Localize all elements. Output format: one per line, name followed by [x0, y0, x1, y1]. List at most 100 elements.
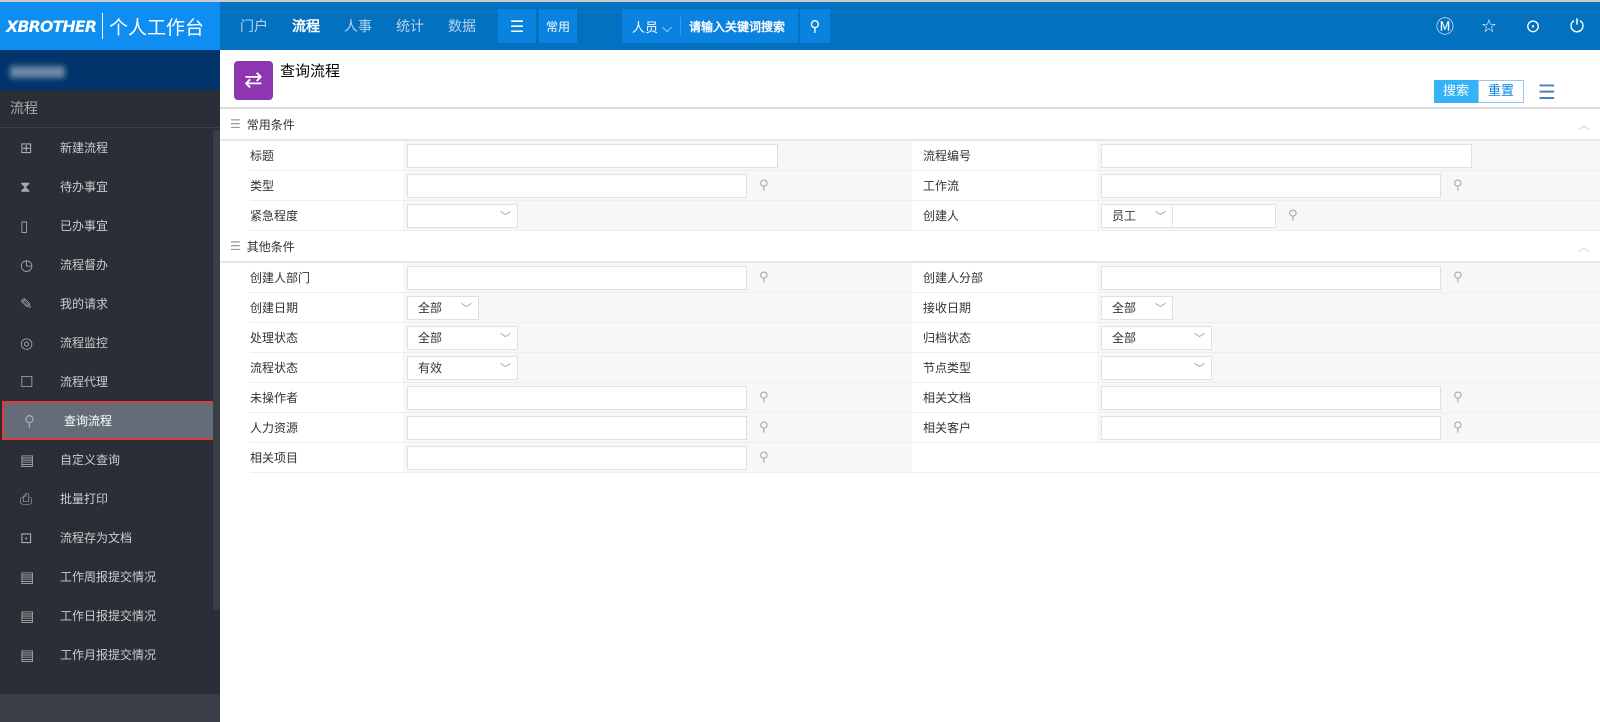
creator-input[interactable] [1173, 203, 1276, 228]
nav-tab[interactable]: 门户 [240, 16, 268, 36]
sidebar-footer [0, 694, 220, 722]
text-input[interactable] [407, 415, 747, 440]
creator-type-select[interactable]: 员工 ﹀ [1101, 203, 1173, 228]
label-cell: 节点类型 [912, 353, 1097, 382]
search-icon[interactable]: ⚲ [759, 450, 769, 465]
sidebar-item-label: 待办事宜 [60, 180, 109, 194]
field-cell [1097, 141, 1600, 170]
search-icon[interactable]: ⚲ [1453, 390, 1463, 405]
sidebar-item[interactable]: ⚲ 查询流程 [2, 401, 216, 440]
select-dropdown[interactable]: 全部 ﹀ [407, 325, 518, 350]
sidebar-scrollbar[interactable] [213, 130, 220, 610]
search-icon[interactable]: ⚲ [798, 9, 830, 43]
text-input[interactable] [1101, 415, 1441, 440]
chevron-up-icon[interactable]: ︿ [1578, 238, 1590, 255]
field-cell: ⚲ [1097, 263, 1600, 292]
menu-icon: ☰ [230, 239, 241, 253]
form-row: 未操作者 ⚲ 相关文档 ⚲ [250, 383, 1600, 413]
search-button[interactable]: 搜索 [1434, 80, 1478, 103]
select-value: 全部 [1112, 331, 1137, 345]
label-cell: 相关文档 [912, 383, 1097, 412]
search-icon[interactable]: ⚲ [1453, 178, 1463, 193]
field-cell: ⚲ [403, 383, 912, 412]
sidebar-item[interactable]: ▯ 已办事宜 [0, 206, 213, 245]
select-dropdown[interactable]: 有效 ﹀ [407, 355, 518, 380]
field-label: 流程状态 [250, 361, 299, 375]
search-icon[interactable]: ⚲ [759, 178, 769, 193]
hamburger-icon[interactable]: ☰ [498, 9, 536, 43]
field-cell: 全部 ﹀ [403, 293, 912, 322]
search-icon[interactable]: ⚲ [759, 420, 769, 435]
select-dropdown[interactable]: ﹀ [407, 203, 518, 228]
common-button[interactable]: 常用 [539, 9, 577, 43]
text-input[interactable] [407, 385, 747, 410]
star-icon[interactable]: ☆ [1478, 16, 1500, 37]
user-area[interactable] [0, 50, 220, 90]
chevron-down-icon: ﹀ [500, 209, 511, 223]
nav-tab[interactable]: 流程 [292, 16, 320, 36]
more-icon[interactable]: ⊙ [1522, 16, 1544, 37]
text-input[interactable] [1101, 265, 1441, 290]
sidebar-item[interactable]: ▤ 工作日报提交情况 [0, 596, 213, 635]
label-cell: 创建人分部 [912, 263, 1097, 292]
power-icon[interactable]: ⏻ [1566, 16, 1588, 37]
text-input[interactable] [1101, 385, 1441, 410]
sidebar-item[interactable]: ◷ 流程督办 [0, 245, 213, 284]
field-label: 未操作者 [250, 391, 299, 405]
label-cell: 流程编号 [912, 141, 1097, 170]
sidebar-item[interactable]: ◎ 流程监控 [0, 323, 213, 362]
list-icon[interactable]: ☰ [1538, 80, 1556, 104]
text-input[interactable] [407, 265, 747, 290]
chevron-up-icon[interactable]: ︿ [1578, 116, 1590, 133]
sidebar-item-label: 查询流程 [64, 414, 113, 428]
search-scope-label: 人员 [632, 20, 659, 36]
sidebar-menu: ⊞ 新建流程 ⧗ 待办事宜 ▯ 已办事宜 ◷ 流程督办 ✎ 我的请求 ◎ 流程监控 ☐ 流程代理 ⚲ 查询流程… [0, 128, 220, 674]
report-icon: ▤ [20, 645, 35, 664]
search-input[interactable]: 请输入关键词搜索 [689, 18, 785, 35]
sidebar-item[interactable]: ⊞ 新建流程 [0, 128, 213, 167]
sidebar-item[interactable]: ✎ 我的请求 [0, 284, 213, 323]
sidebar-item[interactable]: ⎙ 批量打印 [0, 479, 213, 518]
sidebar-item[interactable]: ⧗ 待办事宜 [0, 167, 213, 206]
m-circle-icon[interactable]: Ⓜ [1434, 13, 1456, 39]
select-dropdown[interactable]: 全部 ﹀ [1101, 325, 1212, 350]
section-header[interactable]: ☰ 其他条件 ︿ [220, 231, 1600, 263]
text-input[interactable] [407, 173, 747, 198]
field-label: 工作流 [923, 179, 960, 193]
search-icon[interactable]: ⚲ [1288, 208, 1298, 223]
search-icon[interactable]: ⚲ [759, 270, 769, 285]
text-input[interactable] [1101, 173, 1441, 198]
form-row: 相关项目 ⚲ [250, 443, 1600, 473]
nav-tab[interactable]: 统计 [396, 16, 424, 36]
select-dropdown[interactable]: 全部 ﹀ [1101, 295, 1173, 320]
text-input[interactable] [1101, 143, 1472, 168]
brand[interactable]: XBROTHER 个人工作台 [0, 2, 220, 50]
field-label: 相关文档 [923, 391, 972, 405]
menu-icon: ☰ [230, 117, 241, 131]
search-icon[interactable]: ⚲ [1453, 270, 1463, 285]
sidebar-item[interactable]: ☐ 流程代理 [0, 362, 213, 401]
sidebar-item[interactable]: ▤ 工作月报提交情况 [0, 635, 213, 674]
sidebar-item[interactable]: ⊡ 流程存为文档 [0, 518, 213, 557]
reset-button[interactable]: 重置 [1478, 80, 1524, 103]
chevron-down-icon: ⌵ [662, 20, 673, 36]
section-header[interactable]: ☰ 常用条件 ︿ [220, 109, 1600, 141]
text-input[interactable] [407, 445, 747, 470]
label-cell: 流程状态 [250, 353, 403, 382]
select-dropdown[interactable]: ﹀ [1101, 355, 1212, 380]
search-scope-dropdown[interactable]: 人员 ⌵ [632, 17, 672, 36]
sidebar-item[interactable]: ▤ 自定义查询 [0, 440, 213, 479]
field-label: 人力资源 [250, 421, 299, 435]
sidebar-item-label: 工作周报提交情况 [60, 570, 157, 584]
nav-tab[interactable]: 数据 [448, 16, 476, 36]
select-value: 有效 [418, 361, 443, 375]
sidebar-item[interactable]: ▤ 工作周报提交情况 [0, 557, 213, 596]
sidebar-item-label: 流程督办 [60, 258, 109, 272]
global-search: 人员 ⌵ 请输入关键词搜索 ⚲ [622, 9, 830, 43]
nav-tab[interactable]: 人事 [344, 16, 372, 36]
text-input[interactable] [407, 143, 778, 168]
select-value: 全部 [418, 331, 443, 345]
search-icon[interactable]: ⚲ [1453, 420, 1463, 435]
select-dropdown[interactable]: 全部 ﹀ [407, 295, 479, 320]
search-icon[interactable]: ⚲ [759, 390, 769, 405]
